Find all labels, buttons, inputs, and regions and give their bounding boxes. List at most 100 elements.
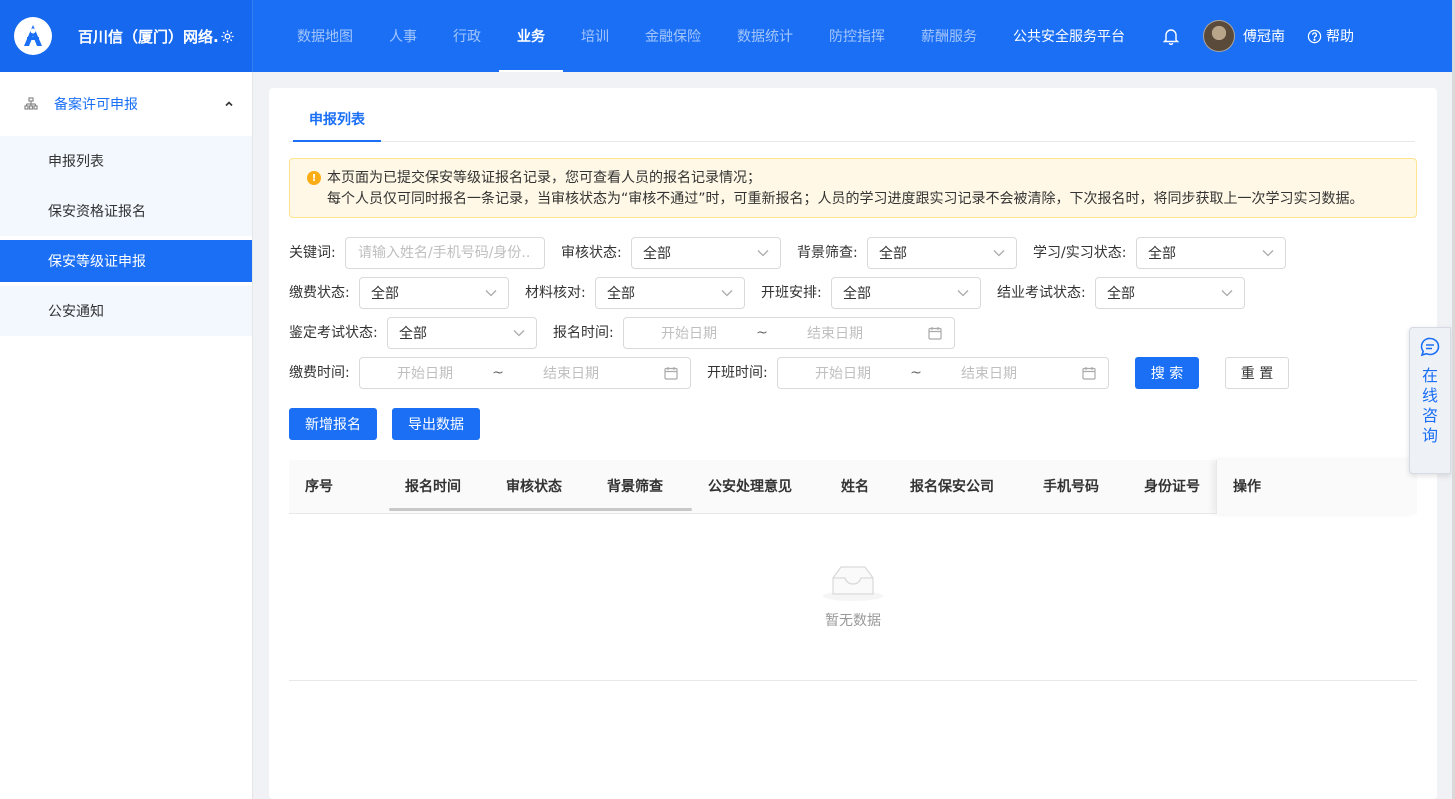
help-link[interactable]: 帮助 — [1307, 26, 1354, 46]
range-separator: ~ — [492, 365, 504, 381]
sidebar-item-application-list[interactable]: 申报列表 — [0, 136, 252, 186]
main-content: 申报列表 ! 本页面为已提交保安等级证报名记录，您可查看人员的报名记录情况； 每… — [269, 88, 1437, 799]
table-horizontal-scrollbar[interactable] — [389, 508, 692, 511]
signup-start-date[interactable]: 开始日期 — [624, 323, 754, 343]
payment-time-range[interactable]: 开始日期 ~ 结束日期 — [359, 357, 691, 389]
tab-bar: 申报列表 — [289, 98, 1415, 142]
class-time-range[interactable]: 开始日期 ~ 结束日期 — [777, 357, 1109, 389]
background-check-value: 全部 — [879, 246, 907, 262]
nav-item-prevention-command[interactable]: 防控指挥 — [811, 0, 903, 72]
payment-start-date[interactable]: 开始日期 — [360, 363, 490, 383]
warning-icon: ! — [307, 171, 321, 185]
chevron-up-icon — [224, 99, 234, 109]
class-start-date[interactable]: 开始日期 — [778, 363, 908, 383]
sidebar-group-label: 备案许可申报 — [54, 97, 138, 113]
column-header-audit-status: 审核状态 — [506, 479, 562, 495]
nav-item-administration[interactable]: 行政 — [435, 0, 499, 72]
nav-item-business[interactable]: 业务 — [499, 0, 563, 72]
graduation-exam-select[interactable]: 全部 — [1095, 277, 1245, 309]
background-check-label: 背景筛查: — [797, 245, 858, 261]
audit-status-value: 全部 — [643, 246, 671, 262]
material-check-value: 全部 — [607, 286, 635, 302]
sidebar-item-grade-certificate[interactable]: 保安等级证申报 — [0, 240, 252, 282]
column-header-name: 姓名 — [841, 479, 869, 495]
class-arrangement-label: 开班安排: — [761, 285, 822, 301]
graduation-exam-label: 结业考试状态: — [997, 285, 1086, 301]
calendar-icon — [928, 326, 942, 340]
sidebar: 备案许可申报 申报列表 保安资格证报名 保安等级证申报 公安通知 — [0, 72, 253, 799]
keyword-input[interactable] — [345, 237, 545, 269]
column-header-index: 序号 — [305, 479, 333, 495]
calendar-icon — [1082, 366, 1096, 380]
tab-application-list[interactable]: 申报列表 — [293, 98, 381, 142]
username[interactable]: 傅冠南 — [1243, 26, 1285, 46]
chevron-down-icon — [757, 249, 769, 257]
payment-end-date[interactable]: 结束日期 — [506, 363, 636, 383]
appraisal-exam-value: 全部 — [399, 326, 427, 342]
class-arrangement-select[interactable]: 全部 — [831, 277, 981, 309]
background-check-select[interactable]: 全部 — [867, 237, 1017, 269]
chevron-down-icon — [721, 289, 733, 297]
sidebar-group-filing[interactable]: 备案许可申报 — [0, 72, 252, 136]
class-end-date[interactable]: 结束日期 — [924, 363, 1054, 383]
appraisal-exam-label: 鉴定考试状态: — [289, 325, 378, 341]
help-icon — [1307, 29, 1322, 43]
bell-icon[interactable] — [1163, 27, 1179, 45]
nav-item-finance-insurance[interactable]: 金融保险 — [627, 0, 719, 72]
notice-banner: ! 本页面为已提交保安等级证报名记录，您可查看人员的报名记录情况； 每个人员仅可… — [289, 158, 1417, 218]
fixed-column-header: 操作 — [1216, 460, 1417, 514]
column-header-actions: 操作 — [1233, 479, 1261, 495]
graduation-exam-value: 全部 — [1107, 286, 1135, 302]
keyword-label: 关键词: — [289, 245, 336, 261]
signup-end-date[interactable]: 结束日期 — [770, 323, 900, 343]
column-header-police-opinion: 公安处理意见 — [708, 479, 792, 495]
payment-time-label: 缴费时间: — [289, 365, 350, 381]
nav-item-statistics[interactable]: 数据统计 — [719, 0, 811, 72]
settings-gear-icon[interactable] — [220, 29, 235, 44]
help-label: 帮助 — [1326, 29, 1354, 45]
signup-time-label: 报名时间: — [553, 325, 614, 341]
company-logo-icon — [14, 17, 52, 55]
signup-time-range[interactable]: 开始日期 ~ 结束日期 — [623, 317, 955, 349]
brand-area: 百川信（厦门）网络... — [0, 0, 253, 72]
export-data-button[interactable]: 导出数据 — [392, 408, 480, 440]
chevron-down-icon — [485, 289, 497, 297]
class-time-label: 开班时间: — [707, 365, 768, 381]
chevron-down-icon — [1221, 289, 1233, 297]
avatar[interactable] — [1203, 20, 1235, 52]
nav-item-training[interactable]: 培训 — [563, 0, 627, 72]
main-nav: 数据地图 人事 行政 业务 培训 金融保险 数据统计 防控指挥 薪酬服务 公共安… — [279, 0, 1143, 72]
column-header-security-company: 报名保安公司 — [910, 479, 994, 495]
nav-item-payroll[interactable]: 薪酬服务 — [903, 0, 995, 72]
sidebar-item-police-notice[interactable]: 公安通知 — [0, 286, 252, 336]
class-arrangement-value: 全部 — [843, 286, 871, 302]
table-empty-state: 暂无数据 — [289, 514, 1417, 681]
reset-button[interactable]: 重 置 — [1225, 357, 1289, 389]
sidebar-item-qualification-signup[interactable]: 保安资格证报名 — [0, 186, 252, 236]
appraisal-exam-select[interactable]: 全部 — [387, 317, 537, 349]
nav-item-data-map[interactable]: 数据地图 — [279, 0, 371, 72]
material-check-label: 材料核对: — [525, 285, 586, 301]
empty-inbox-icon — [821, 562, 885, 606]
company-name: 百川信（厦门）网络... — [78, 27, 218, 46]
notice-line-2: 每个人员仅可同时报名一条记录，当审核状态为“审核不通过”时，可重新报名；人员的学… — [327, 191, 1364, 207]
online-consult-button[interactable]: 在线咨询 — [1409, 327, 1451, 474]
header-user-area: 傅冠南 帮助 — [1151, 20, 1354, 52]
payment-status-label: 缴费状态: — [289, 285, 350, 301]
study-status-label: 学习/实习状态: — [1033, 245, 1127, 261]
top-header: 百川信（厦门）网络... 数据地图 人事 行政 业务 培训 金融保险 数据统计 … — [0, 0, 1455, 72]
audit-status-select[interactable]: 全部 — [631, 237, 781, 269]
payment-status-select[interactable]: 全部 — [359, 277, 509, 309]
nav-item-public-safety-platform[interactable]: 公共安全服务平台 — [995, 0, 1143, 72]
org-tree-icon — [24, 97, 38, 111]
material-check-select[interactable]: 全部 — [595, 277, 745, 309]
column-header-phone: 手机号码 — [1043, 479, 1099, 495]
column-header-signup-time: 报名时间 — [405, 479, 461, 495]
study-status-select[interactable]: 全部 — [1136, 237, 1286, 269]
study-status-value: 全部 — [1148, 246, 1176, 262]
nav-item-personnel[interactable]: 人事 — [371, 0, 435, 72]
search-button[interactable]: 搜 索 — [1135, 357, 1199, 389]
table-header: 序号 报名时间 审核状态 背景筛查 公安处理意见 姓名 报名保安公司 手机号码 … — [289, 460, 1417, 514]
add-signup-button[interactable]: 新增报名 — [289, 408, 377, 440]
chevron-down-icon — [1262, 249, 1274, 257]
